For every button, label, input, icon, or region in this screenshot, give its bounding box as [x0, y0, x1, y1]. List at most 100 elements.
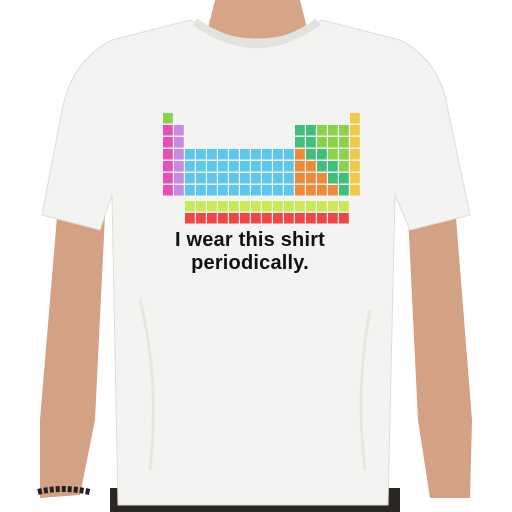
element-tile: [306, 173, 316, 184]
element-tile: [284, 161, 294, 172]
element-tile: [185, 149, 195, 160]
element-tile: [229, 173, 239, 184]
element-tile: [350, 125, 360, 136]
element-tile: [163, 149, 173, 160]
element-tile: [328, 185, 338, 196]
element-tile: [218, 213, 228, 224]
element-tile: [339, 213, 349, 224]
element-tile: [218, 161, 228, 172]
element-tile: [262, 161, 272, 172]
element-tile: [218, 185, 228, 196]
element-tile: [174, 185, 184, 196]
element-tile: [328, 213, 338, 224]
element-tile: [163, 185, 173, 196]
element-tile: [196, 161, 206, 172]
element-tile: [251, 201, 261, 212]
element-tile: [295, 161, 305, 172]
element-tile: [196, 213, 206, 224]
element-tile: [174, 173, 184, 184]
element-tile: [196, 201, 206, 212]
element-tile: [273, 161, 283, 172]
element-tile: [306, 161, 316, 172]
element-tile: [229, 185, 239, 196]
element-tile: [339, 149, 349, 160]
element-tile: [262, 201, 272, 212]
element-tile: [163, 161, 173, 172]
element-tile: [339, 185, 349, 196]
element-tile: [350, 161, 360, 172]
element-tile: [328, 201, 338, 212]
element-tile: [284, 213, 294, 224]
element-tile: [218, 201, 228, 212]
element-tile: [306, 201, 316, 212]
element-tile: [273, 185, 283, 196]
element-tile: [262, 149, 272, 160]
element-tile: [196, 149, 206, 160]
element-tile: [174, 149, 184, 160]
left-arm: [40, 205, 105, 498]
element-tile: [284, 173, 294, 184]
element-tile: [218, 173, 228, 184]
element-tile: [339, 125, 349, 136]
element-tile: [350, 137, 360, 148]
element-tile: [273, 149, 283, 160]
element-tile: [350, 149, 360, 160]
element-tile: [240, 213, 250, 224]
caption-line-1: I wear this shirt: [174, 229, 326, 251]
element-tile: [251, 173, 261, 184]
element-tile: [207, 161, 217, 172]
element-tile: [306, 185, 316, 196]
element-tile: [240, 185, 250, 196]
element-tile: [317, 201, 327, 212]
element-tile: [163, 137, 173, 148]
element-tile: [317, 185, 327, 196]
element-tile: [196, 185, 206, 196]
element-tile: [229, 201, 239, 212]
element-tile: [185, 173, 195, 184]
element-tile: [350, 113, 360, 124]
element-tile: [317, 213, 327, 224]
element-tile: [251, 161, 261, 172]
element-tile: [295, 149, 305, 160]
element-tile: [251, 149, 261, 160]
element-tile: [185, 213, 195, 224]
element-tile: [163, 113, 173, 124]
element-tile: [317, 137, 327, 148]
element-tile: [284, 201, 294, 212]
element-tile: [240, 149, 250, 160]
element-tile: [240, 161, 250, 172]
element-tile: [350, 185, 360, 196]
element-tile: [185, 185, 195, 196]
element-tile: [262, 185, 272, 196]
element-tile: [185, 161, 195, 172]
element-tile: [207, 173, 217, 184]
element-tile: [295, 213, 305, 224]
element-tile: [218, 149, 228, 160]
element-tile: [339, 201, 349, 212]
element-tile: [251, 185, 261, 196]
element-tile: [229, 161, 239, 172]
element-tile: [207, 149, 217, 160]
element-tile: [273, 173, 283, 184]
element-tile: [306, 137, 316, 148]
element-tile: [240, 173, 250, 184]
element-tile: [328, 161, 338, 172]
element-tile: [240, 201, 250, 212]
element-tile: [207, 213, 217, 224]
element-tile: [174, 161, 184, 172]
element-tile: [350, 173, 360, 184]
element-tile: [295, 125, 305, 136]
element-tile: [339, 137, 349, 148]
right-arm: [408, 205, 472, 498]
element-tile: [163, 173, 173, 184]
element-tile: [306, 125, 316, 136]
element-tile: [229, 213, 239, 224]
caption-line-2: periodically.: [191, 252, 309, 274]
element-tile: [284, 185, 294, 196]
element-tile: [295, 137, 305, 148]
element-tile: [229, 149, 239, 160]
element-tile: [295, 185, 305, 196]
element-tile: [185, 201, 195, 212]
element-tile: [339, 173, 349, 184]
element-tile: [207, 201, 217, 212]
